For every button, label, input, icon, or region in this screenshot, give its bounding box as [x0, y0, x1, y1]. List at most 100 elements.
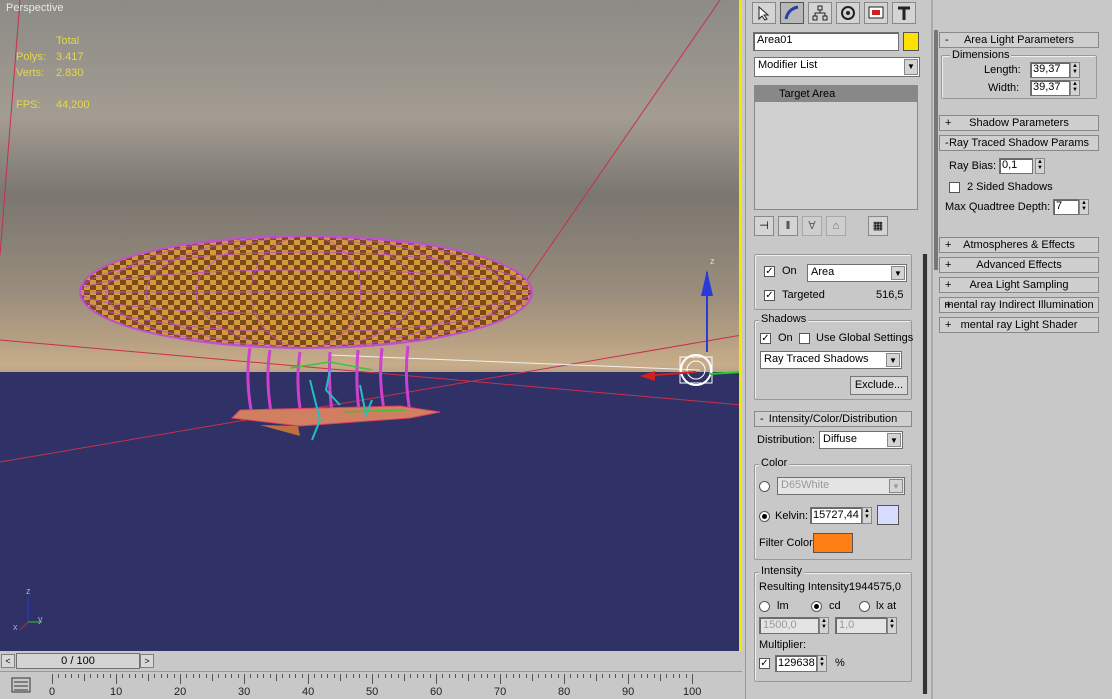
light-on-checkbox[interactable]: ✓ — [764, 266, 775, 277]
length-spinner[interactable]: ▲ ▼ — [1070, 62, 1080, 78]
viewport-label[interactable]: Perspective — [6, 2, 63, 14]
frame-tick-label: 80 — [558, 686, 571, 698]
cd-radio[interactable] — [811, 601, 822, 612]
track-bar[interactable]: 0 10 20 30 40 50 60 70 80 90 100 — [0, 671, 742, 699]
rollout-advanced-effects[interactable]: + Advanced Effects — [939, 257, 1099, 273]
light-type-dropdown[interactable]: Area ▼ — [807, 264, 907, 282]
shadows-on-checkbox[interactable]: ✓ — [760, 333, 771, 344]
viewport-stats: Total Polys: 3.417 Verts: 2.830 FPS: 44,200 — [16, 33, 90, 113]
kelvin-input[interactable]: 15727,44 — [810, 507, 862, 524]
shadow-type-dropdown[interactable]: Ray Traced Shadows ▼ — [760, 351, 902, 369]
time-slider[interactable]: 0 / 100 — [16, 653, 140, 669]
make-unique-button[interactable]: ∀ — [802, 216, 822, 236]
frame-ruler[interactable]: 0 10 20 30 40 50 60 70 80 90 100 — [49, 674, 742, 698]
lm-spinner[interactable]: ▲ ▼ — [819, 617, 829, 634]
kelvin-color-swatch[interactable] — [877, 505, 899, 525]
frame-tick — [90, 674, 92, 678]
quadtree-depth-input[interactable]: 7 — [1053, 199, 1079, 215]
motion-tab[interactable] — [836, 2, 860, 24]
quadtree-depth-spinner[interactable]: ▲ ▼ — [1079, 199, 1089, 215]
frame-tick — [320, 674, 322, 678]
chevron-down-icon: ▼ — [886, 353, 900, 367]
frame-tick — [525, 674, 527, 678]
targeted-checkbox[interactable]: ✓ — [764, 290, 775, 301]
distribution-dropdown[interactable]: Diffuse ▼ — [819, 431, 903, 449]
frame-tick — [538, 674, 540, 678]
frame-tick — [52, 674, 53, 684]
frame-tick — [352, 674, 354, 678]
rollout-expand-sign: + — [945, 239, 952, 251]
kelvin-radio[interactable] — [759, 511, 770, 522]
configure-sets-button[interactable]: ▦ — [868, 216, 888, 236]
create-tab[interactable] — [752, 2, 776, 24]
two-sided-checkbox[interactable] — [949, 182, 960, 193]
hierarchy-tab[interactable] — [808, 2, 832, 24]
perspective-viewport[interactable]: Perspective Total Polys: 3.417 Verts: 2.83… — [0, 0, 742, 651]
length-input[interactable]: 39,37 — [1030, 62, 1070, 78]
display-tab[interactable] — [864, 2, 888, 24]
frame-tick — [551, 674, 553, 678]
frame-tick — [173, 674, 175, 678]
ray-traced-rollout-header[interactable]: - Ray Traced Shadow Params — [939, 135, 1099, 151]
frame-tick — [71, 674, 73, 678]
area-light-rollout-header[interactable]: - Area Light Parameters — [939, 32, 1099, 48]
multiplier-spinner[interactable]: ▲ ▼ — [817, 655, 827, 672]
color-preset-dropdown[interactable]: D65White ▼ — [777, 477, 905, 495]
exclude-button[interactable]: Exclude... — [850, 376, 908, 395]
frame-tick — [333, 674, 335, 678]
width-spinner[interactable]: ▲ ▼ — [1070, 80, 1080, 96]
stack-item-target-area[interactable]: Target Area — [755, 86, 917, 102]
preset-radio[interactable] — [759, 481, 770, 492]
track-view-icon[interactable] — [10, 676, 32, 694]
remove-modifier-button[interactable]: ⌂ — [826, 216, 846, 236]
object-color-swatch[interactable] — [903, 32, 919, 51]
lx-input[interactable]: 1,0 — [835, 617, 887, 634]
lx-spinner[interactable]: ▲ ▼ — [887, 617, 897, 634]
rollout-atmospheres[interactable]: + Atmospheres & Effects — [939, 237, 1099, 253]
pin-stack-button[interactable]: ⊣ — [754, 216, 774, 236]
modifier-stack[interactable]: Target Area — [754, 85, 918, 210]
time-next-button[interactable]: > — [140, 654, 154, 668]
rollout-area-light-sampling[interactable]: + Area Light Sampling — [939, 277, 1099, 293]
width-input[interactable]: 39,37 — [1030, 80, 1070, 96]
modify-tab[interactable] — [780, 2, 804, 24]
frame-tick — [487, 674, 489, 678]
filter-color-swatch[interactable] — [813, 533, 853, 553]
quadtree-depth-label: Max Quadtree Depth: — [945, 201, 1051, 213]
frame-tick — [557, 674, 559, 678]
use-global-checkbox[interactable] — [799, 333, 810, 344]
rollout-mental-ray-indirect[interactable]: + mental ray Indirect Illumination — [939, 297, 1099, 313]
frame-tick — [372, 674, 373, 684]
frame-tick — [269, 674, 271, 678]
ray-bias-spinner[interactable]: ▲ ▼ — [1035, 158, 1045, 174]
lx-radio[interactable] — [859, 601, 870, 612]
frame-tick — [468, 674, 469, 681]
multiplier-input[interactable]: 129638 — [775, 655, 817, 672]
utilities-tab[interactable] — [892, 2, 916, 24]
frame-tick — [544, 674, 546, 678]
multiplier-checkbox[interactable]: ✓ — [759, 658, 770, 669]
shadow-parameters-title: Shadow Parameters — [969, 117, 1069, 129]
right-panel-scrollbar[interactable] — [934, 30, 938, 270]
shadow-parameters-rollout-header[interactable]: + Shadow Parameters — [939, 115, 1099, 131]
kelvin-spinner[interactable]: ▲ ▼ — [862, 507, 872, 524]
gizmo-z-label: z — [710, 256, 715, 266]
frame-tick-label: 100 — [683, 686, 702, 698]
grid-line-target — [519, 0, 721, 291]
frame-tick — [224, 674, 226, 678]
modifier-list-dropdown[interactable]: Modifier List ▼ — [754, 57, 920, 77]
time-prev-button[interactable]: < — [1, 654, 15, 668]
show-end-result-button[interactable]: ‖ — [778, 216, 798, 236]
lm-radio[interactable] — [759, 601, 770, 612]
intensity-rollout-header[interactable]: - Intensity/Color/Distribution — [754, 411, 912, 427]
frame-tick — [640, 674, 642, 678]
frame-tick-label: 40 — [302, 686, 315, 698]
ray-bias-input[interactable]: 0,1 — [999, 158, 1033, 174]
frame-tick — [423, 674, 425, 678]
rollout-mental-ray-shader[interactable]: + mental ray Light Shader — [939, 317, 1099, 333]
lm-input[interactable]: 1500,0 — [759, 617, 819, 634]
frame-tick — [653, 674, 655, 678]
stats-verts-value: 2.830 — [56, 67, 84, 79]
object-name-field[interactable]: Area01 — [753, 32, 899, 51]
shadows-group: Shadows ✓ On Use Global Settings Ray Tra… — [754, 313, 913, 400]
